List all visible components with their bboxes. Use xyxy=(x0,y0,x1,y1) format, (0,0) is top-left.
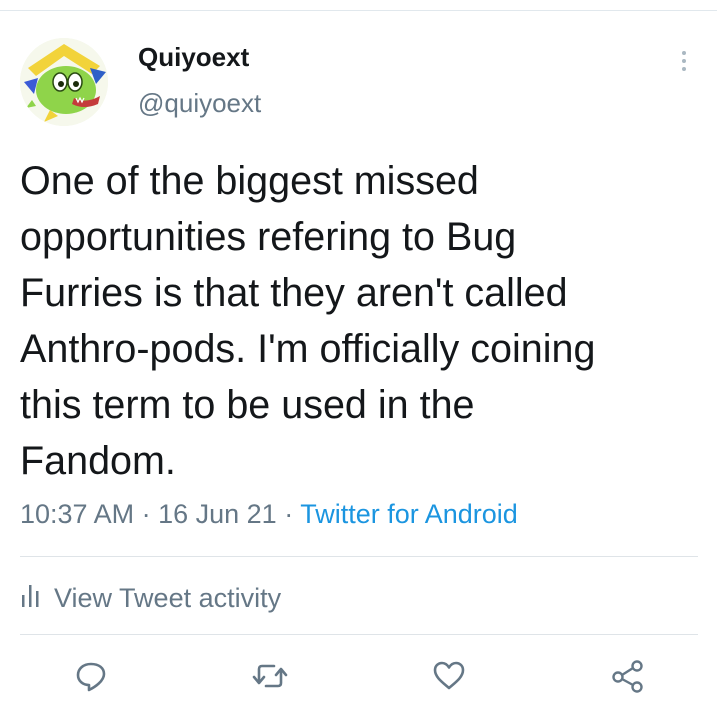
tweet-source-link[interactable]: Twitter for Android xyxy=(300,499,518,529)
meta-separator: · xyxy=(134,499,159,529)
tweet-text: One of the biggest missed opportunities … xyxy=(20,159,596,483)
reply-button[interactable] xyxy=(71,656,111,696)
view-tweet-activity-label: View Tweet activity xyxy=(54,582,282,613)
tweet-date[interactable]: 16 Jun 21 xyxy=(158,499,277,529)
share-button[interactable] xyxy=(608,656,648,696)
more-options-icon[interactable] xyxy=(672,46,696,76)
tweet-time[interactable]: 10:37 AM xyxy=(20,499,134,529)
divider xyxy=(20,634,698,635)
author-handle[interactable]: @quiyoext xyxy=(138,88,261,119)
like-button[interactable] xyxy=(429,656,469,696)
author-display-name[interactable]: Quiyoext xyxy=(138,42,249,73)
share-icon xyxy=(612,660,643,693)
view-tweet-activity-button[interactable]: View Tweet activity xyxy=(20,578,281,618)
retweet-icon xyxy=(252,664,288,688)
dinosaur-avatar-image xyxy=(20,38,108,126)
top-divider xyxy=(0,10,717,11)
avatar[interactable] xyxy=(20,38,108,126)
meta-separator: · xyxy=(276,499,301,529)
divider xyxy=(20,556,698,557)
activity-chart-icon xyxy=(20,583,42,614)
heart-icon xyxy=(433,661,465,690)
retweet-button[interactable] xyxy=(250,656,290,696)
reply-icon xyxy=(76,662,106,692)
tweet-meta: 10:37 AM · 16 Jun 21 · Twitter for Andro… xyxy=(20,499,518,530)
